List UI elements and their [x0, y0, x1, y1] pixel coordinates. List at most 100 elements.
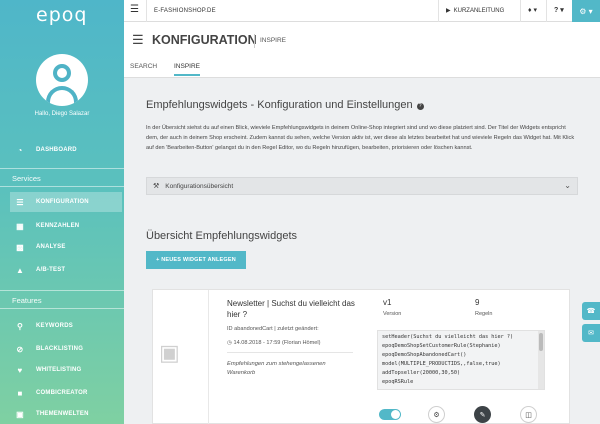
scrollbar[interactable]: [538, 331, 544, 389]
sidebar-item-label: THEMENWELTEN: [36, 411, 89, 417]
epoq-logo[interactable]: epoq: [36, 4, 87, 26]
sidebar-item-label: WHITELISTING: [36, 367, 82, 373]
intro-text: In der Übersicht siehst du auf einen Bli…: [146, 125, 575, 151]
widget-card: ▣ Newsletter | Suchst du vielleicht das …: [152, 289, 570, 424]
page-header: ☰ KONFIGURATION INSPIRE SEARCH INSPIRE: [124, 22, 600, 78]
clock-icon: ◷: [227, 340, 232, 346]
sidebar-item-ab-test[interactable]: ▲ A/B-TEST: [14, 262, 65, 278]
sidebar-item-label: A/B-TEST: [36, 267, 66, 273]
flask-icon: ▲: [15, 265, 25, 275]
chat-button[interactable]: ✉: [582, 324, 600, 342]
delete-button[interactable]: ◫: [520, 406, 537, 423]
divider: [254, 34, 255, 48]
widget-image-placeholder: ▣: [153, 290, 209, 424]
avatar-head-icon: [53, 64, 71, 82]
divider: [520, 0, 521, 22]
hamburger-menu-icon[interactable]: ☰: [130, 4, 139, 15]
search-icon: ⚲: [16, 321, 24, 331]
shop-name[interactable]: E-FASHIONSHOP.DE: [154, 8, 216, 14]
widget-title: Newsletter | Suchst du vielleicht das hi…: [227, 299, 355, 319]
sidebar-item-combicreator[interactable]: ■ COMBICREATOR: [14, 385, 88, 401]
divider: [0, 168, 124, 169]
sidebar-item-keywords[interactable]: ⚲ KEYWORDS: [14, 318, 73, 334]
scrollbar-thumb[interactable]: [539, 333, 543, 351]
chevron-down-icon: ⌄: [564, 181, 571, 190]
rules-value: 9: [475, 298, 480, 307]
widget-date-text: 14.08.2018 - 17:59 (Florian Hömel): [233, 340, 321, 346]
edit-button[interactable]: ✎: [474, 406, 491, 423]
version-label: Version: [383, 311, 402, 317]
gear-icon: ⚙: [433, 411, 440, 419]
avatar[interactable]: [36, 54, 88, 106]
sidebar-item-label: KEYWORDS: [36, 323, 73, 329]
gear-icon: ⚙ ▾: [579, 6, 593, 16]
sidebar-item-kennzahlen[interactable]: ▦ KENNZAHLEN: [14, 218, 79, 234]
new-widget-button[interactable]: + NEUES WIDGET ANLEGEN: [146, 251, 246, 269]
sidebar-item-label: COMBICREATOR: [36, 390, 88, 396]
headset-support-button[interactable]: ☎: [582, 302, 600, 320]
section-label-features: Features: [12, 296, 42, 305]
sliders-icon: ☰: [132, 32, 144, 47]
chart-icon: ▩: [16, 242, 24, 252]
rule-code: setHeader(Suchst du vielleicht das hier …: [382, 334, 514, 385]
konfigurationsuebersicht-accordion[interactable]: ⚒ Konfigurationsübersicht ⌄: [146, 177, 578, 195]
photo-icon: ▣: [159, 340, 180, 365]
help-label: ?: [554, 7, 559, 14]
divider: [146, 0, 147, 22]
sidebar-item-whitelisting[interactable]: ♥ WHITELISTING: [14, 362, 82, 378]
section-heading-text: Empfehlungswidgets - Konfiguration und E…: [146, 99, 413, 111]
avatar-body-icon: [46, 86, 78, 106]
tab-search[interactable]: SEARCH: [130, 63, 157, 70]
heart-icon: ♥: [17, 365, 23, 375]
top-bar: ☰ E-FASHIONSHOP.DE ▶ KURZANLEITUNG ♦ ▾ ? …: [124, 0, 600, 22]
active-toggle[interactable]: [379, 409, 401, 420]
block-icon: ⊘: [16, 344, 24, 354]
tab-inspire[interactable]: INSPIRE: [174, 63, 201, 76]
wrench-icon: ⚒: [153, 183, 160, 190]
sidebar-item-blacklisting[interactable]: ⊘ BLACKLISTING: [14, 341, 83, 357]
notifications-bell-icon[interactable]: ♦ ▾: [528, 6, 537, 14]
version-value: v1: [383, 298, 392, 307]
widget-date: ◷ 14.08.2018 - 17:59 (Florian Hömel): [227, 340, 321, 346]
headset-icon: ☎: [586, 308, 596, 315]
divider: [438, 0, 439, 22]
toggle-knob: [391, 410, 400, 419]
sidebar-item-analyse[interactable]: ▩ ANALYSE: [14, 239, 66, 255]
page-subtitle: INSPIRE: [260, 37, 287, 44]
sidebar-item-dashboard[interactable]: ◔ DASHBOARD: [14, 142, 77, 158]
sidebar-item-konfiguration[interactable]: ☰ KONFIGURATION: [14, 194, 89, 210]
kurzanleitung-label: KURZANLEITUNG: [453, 8, 505, 14]
dashboard-icon: ◔: [17, 145, 23, 155]
divider: [546, 0, 547, 22]
settings-button[interactable]: ⚙: [428, 406, 445, 423]
divider: [0, 308, 124, 309]
settings-gear-button[interactable]: ⚙ ▾: [572, 0, 600, 22]
kurzanleitung-button[interactable]: ▶ KURZANLEITUNG: [446, 7, 504, 14]
play-icon: ▶: [446, 8, 451, 14]
user-greeting: Hallo, Diego Salazar: [34, 111, 90, 117]
overview-heading: Übersicht Empfehlungswidgets: [146, 230, 298, 242]
help-question-icon[interactable]: ?: [416, 103, 424, 110]
divider: [227, 352, 353, 353]
table-icon: ▦: [16, 221, 24, 231]
sidebar-item-label: KONFIGURATION: [36, 199, 89, 205]
accordion-label: Konfigurationsübersicht: [165, 182, 234, 190]
sidebar-item-label: ANALYSE: [36, 244, 66, 250]
widget-description: Empfehlungen zum stehengelassenen Warenk…: [227, 361, 326, 376]
chat-icon: ✉: [588, 330, 594, 337]
sidebar: epoq Hallo, Diego Salazar ◔ DASHBOARD Se…: [0, 0, 124, 424]
section-label-services: Services: [12, 174, 41, 183]
page-title: KONFIGURATION: [152, 33, 257, 47]
grid-icon: ▣: [16, 409, 24, 419]
rule-code-box[interactable]: setHeader(Suchst du vielleicht das hier …: [377, 330, 545, 390]
section-heading: Empfehlungswidgets - Konfiguration und E…: [146, 99, 424, 111]
sidebar-item-label: BLACKLISTING: [36, 346, 84, 352]
divider: [0, 290, 124, 291]
sidebar-item-label: DASHBOARD: [36, 147, 77, 153]
help-dropdown[interactable]: ? ▾: [554, 6, 564, 14]
rules-label: Regeln: [475, 311, 493, 317]
gift-icon: ■: [17, 388, 23, 398]
widget-id: ID abandonedCart | zuletzt geändert:: [227, 326, 319, 332]
sidebar-item-label: KENNZAHLEN: [36, 223, 80, 229]
sidebar-item-themenwelten[interactable]: ▣ THEMENWELTEN: [14, 406, 89, 422]
